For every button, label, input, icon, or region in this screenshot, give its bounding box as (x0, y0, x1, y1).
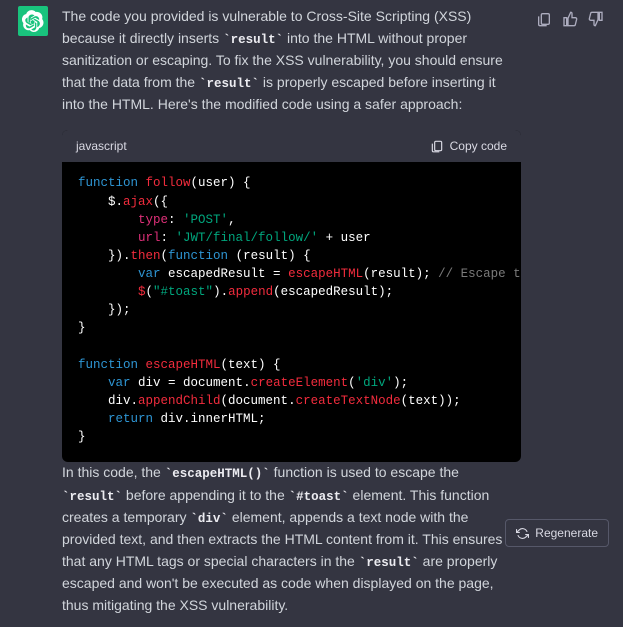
prose-block: The code you provided is vulnerable to C… (62, 6, 521, 617)
thumbs-down-icon (588, 11, 604, 27)
copy-message-button[interactable] (535, 10, 553, 28)
assistant-avatar (18, 6, 48, 36)
regenerate-button[interactable]: Regenerate (505, 519, 609, 547)
inline-code: result (199, 77, 259, 91)
inline-code: result (223, 33, 283, 47)
message-content: The code you provided is vulnerable to C… (62, 6, 521, 627)
copy-code-button[interactable]: Copy code (430, 139, 507, 153)
code-header: javascript Copy code (62, 130, 521, 163)
inline-code: #toast (289, 490, 349, 504)
inline-code: result (359, 556, 419, 570)
refresh-icon (516, 527, 529, 540)
clipboard-icon (536, 11, 552, 27)
code-language-label: javascript (76, 137, 127, 156)
thumbs-up-icon (562, 11, 578, 27)
code-block: javascript Copy code function follow(use… (62, 130, 521, 462)
inline-code: result (62, 490, 122, 504)
explanation-paragraph-1: The code you provided is vulnerable to C… (62, 6, 521, 116)
inline-code: div (190, 512, 228, 526)
clipboard-icon (430, 139, 444, 153)
code-content: function follow(user) { $.ajax({ type: '… (62, 162, 521, 462)
openai-logo-icon (22, 10, 44, 32)
like-button[interactable] (561, 10, 579, 28)
dislike-button[interactable] (587, 10, 605, 28)
inline-code: escapeHTML() (165, 467, 270, 481)
explanation-paragraph-2: In this code, the escapeHTML() function … (62, 462, 521, 617)
